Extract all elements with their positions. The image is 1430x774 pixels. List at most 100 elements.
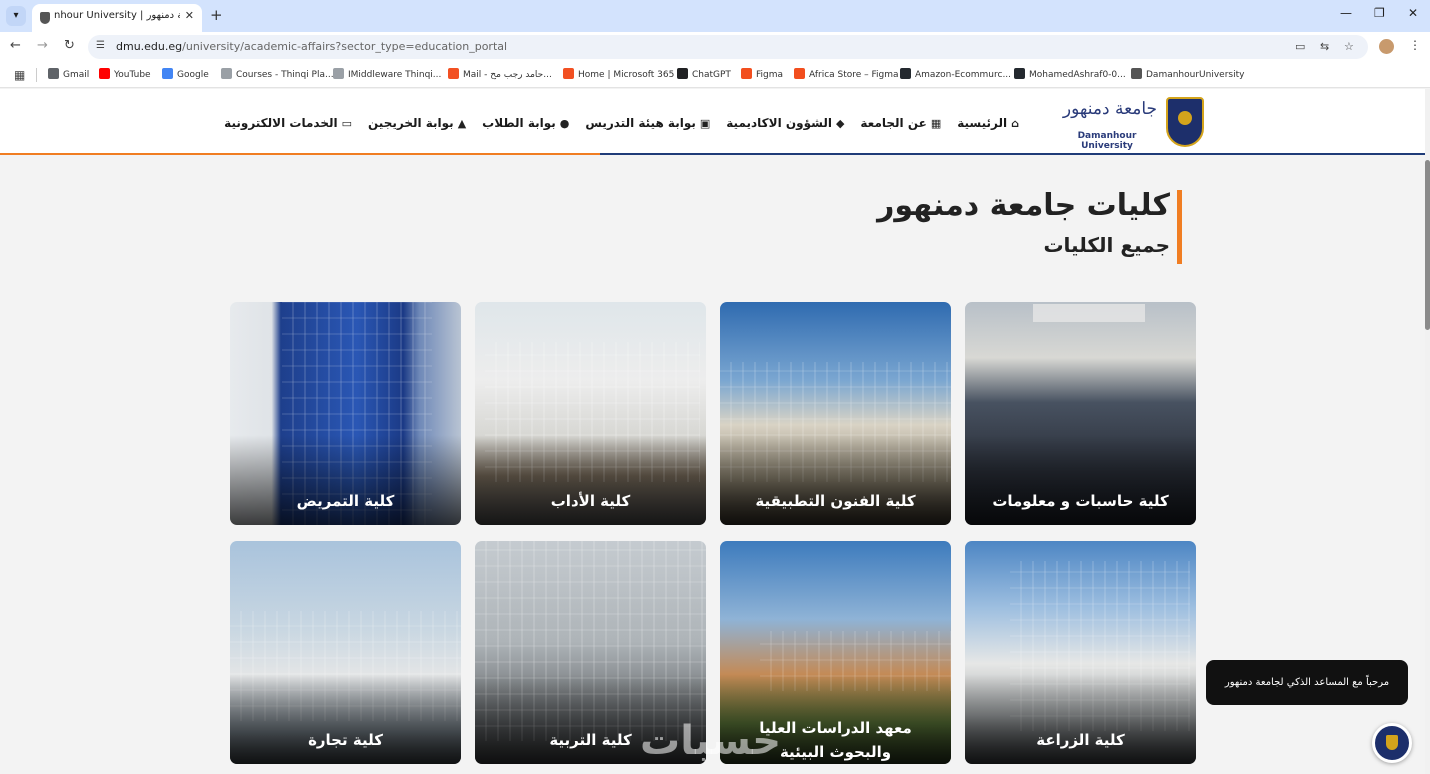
minimize-icon[interactable]: — (1340, 6, 1352, 20)
nav-item[interactable]: ▲ بوابة الخريجين (360, 116, 474, 130)
url-path: /university/academic-affairs?sector_type… (182, 40, 508, 53)
site-header: جامعة دمنهور Damanhour University ⌂ الرئي… (0, 89, 1425, 155)
restore-icon[interactable]: ❐ (1374, 6, 1385, 20)
bookmark-item[interactable]: Google (162, 68, 209, 82)
faculty-name: كلية حاسبات و معلومات (992, 492, 1169, 510)
bookmark-label: YouTube (114, 70, 151, 80)
site-favicon-icon (40, 12, 50, 24)
nav-item[interactable]: ⌂ الرئيسية (949, 116, 1027, 130)
bookmark-favicon-icon (221, 68, 232, 79)
nav-item[interactable]: ▦ عن الجامعة (852, 116, 949, 130)
bookmark-label: Figma (756, 70, 784, 80)
heading-accent-bar (1177, 190, 1182, 264)
nav-item-label: بوابة هيئة التدريس (585, 116, 696, 130)
monitor-icon: ▭ (341, 116, 352, 130)
bookmark-item[interactable]: Gmail (48, 68, 89, 82)
bookmark-item[interactable]: DamanhourUniversity (1131, 68, 1244, 82)
bookmark-item[interactable]: MohamedAshraf0-0... (1014, 68, 1126, 82)
browser-toolbar: ← → ↻ ☰ dmu.edu.eg/university/academic-a… (0, 32, 1430, 62)
bookmark-favicon-icon (1131, 68, 1142, 79)
new-tab-icon[interactable]: + (210, 6, 223, 24)
bookmark-item[interactable]: ChatGPT (677, 68, 731, 82)
bookmark-label: MohamedAshraf0-0... (1029, 70, 1126, 80)
tab-close-icon[interactable]: ✕ (185, 9, 194, 22)
main-navigation: ⌂ الرئيسية ▦ عن الجامعة ◆ الشؤون الاكاديمية ▣ ب… (224, 113, 1027, 133)
bookmark-item[interactable]: Mail - حامد رجب مح... (448, 68, 552, 82)
faculty-name: كلية التمريض (296, 492, 395, 510)
students-icon: ● (559, 116, 570, 130)
home-icon: ⌂ (1011, 116, 1019, 130)
bookmark-label: Mail - حامد رجب مح... (463, 70, 552, 80)
logo-english-text[interactable]: Damanhour University (1057, 131, 1157, 151)
bookmark-favicon-icon (99, 68, 110, 79)
nav-item-label: بوابة الخريجين (368, 116, 454, 130)
forward-icon[interactable]: → (37, 38, 48, 53)
logo-arabic-text[interactable]: جامعة دمنهور (1060, 99, 1160, 119)
bookmark-favicon-icon (48, 68, 59, 79)
site-info-icon[interactable]: ☰ (96, 40, 105, 51)
address-bar[interactable]: ☰ dmu.edu.eg/university/academic-affairs… (88, 35, 1368, 59)
bookmark-label: Amazon-Ecommurc... (915, 70, 1012, 80)
chat-launcher-button[interactable] (1372, 723, 1412, 763)
faculty-name: كلية تجارة (308, 731, 383, 749)
url-text[interactable]: dmu.edu.eg/university/academic-affairs?s… (116, 40, 507, 53)
bookmark-favicon-icon (794, 68, 805, 79)
university-icon: ▦ (930, 116, 942, 130)
nav-item[interactable]: ▣ بوابة هيئة التدريس (577, 116, 718, 130)
faculty-name: كلية الفنون التطبيقية (755, 492, 916, 510)
faculty-card-computers[interactable]: كلية حاسبات و معلومات (965, 302, 1196, 525)
faculty-card-nursing[interactable]: كلية التمريض (230, 302, 461, 525)
faculty-card-applied-arts[interactable]: كلية الفنون التطبيقية (720, 302, 951, 525)
bookmarks-bar: ▦ Gmail YouTube Google Courses - Thinqi Pla… (0, 62, 1430, 88)
bookmark-label: Africa Store – Figma (809, 70, 899, 80)
bookmark-favicon-icon (677, 68, 688, 79)
back-icon[interactable]: ← (10, 38, 21, 53)
page-scrollbar-thumb[interactable] (1425, 160, 1430, 330)
browser-tabstrip: ▾ nhour University | جامعة دمنهور ✕ + — … (0, 0, 1430, 32)
install-app-icon[interactable]: ▭ (1295, 40, 1305, 53)
bookmark-item[interactable]: Figma (741, 68, 783, 82)
bookmarks-divider (36, 68, 37, 82)
page-subtitle: جميع الكليات (1043, 233, 1170, 257)
bookmark-item[interactable]: YouTube (99, 68, 151, 82)
faculty-card-agriculture[interactable]: كلية الزراعة (965, 541, 1196, 764)
apps-grid-icon[interactable]: ▦ (14, 68, 25, 82)
faculty-card-commerce[interactable]: كلية تجارة (230, 541, 461, 764)
bookmark-label: Home | Microsoft 365 (578, 70, 675, 80)
bookmark-star-icon[interactable]: ☆ (1344, 40, 1354, 53)
bookmark-item[interactable]: Home | Microsoft 365 (563, 68, 674, 82)
bookmark-label: Courses - Thinqi Pla... (236, 70, 334, 80)
nav-item[interactable]: ● بوابة الطلاب (474, 116, 577, 130)
bookmark-label: Google (177, 70, 209, 80)
nav-item-label: عن الجامعة (860, 116, 927, 130)
faculty-name: كلية الزراعة (1036, 731, 1125, 749)
translate-icon[interactable]: ⇆ (1320, 40, 1329, 53)
bookmark-favicon-icon (741, 68, 752, 79)
browser-menu-icon[interactable]: ⋮ (1409, 38, 1421, 52)
window-close-icon[interactable]: ✕ (1408, 6, 1418, 20)
bookmark-favicon-icon (448, 68, 459, 79)
teacher-icon: ▣ (699, 116, 711, 130)
bookmark-item[interactable]: Courses - Thinqi Pla... (221, 68, 334, 82)
faculty-name: كلية الأداب (550, 492, 631, 510)
profile-avatar[interactable] (1379, 39, 1394, 54)
bookmark-label: DamanhourUniversity (1146, 70, 1245, 80)
bookmark-favicon-icon (900, 68, 911, 79)
nav-item[interactable]: ◆ الشؤون الاكاديمية (718, 116, 852, 130)
faculty-card-arts[interactable]: كلية الأداب (475, 302, 706, 525)
nav-item[interactable]: ▭ الخدمات الالكترونية (216, 116, 360, 130)
bookmark-item[interactable]: IMiddleware Thinqi... (333, 68, 441, 82)
bookmark-item[interactable]: Africa Store – Figma (794, 68, 899, 82)
bookmark-favicon-icon (162, 68, 173, 79)
url-host: dmu.edu.eg (116, 40, 183, 53)
browser-tab-active[interactable]: nhour University | جامعة دمنهور ✕ (32, 4, 202, 32)
page-title: كليات جامعة دمنهور (877, 188, 1170, 223)
reload-icon[interactable]: ↻ (64, 38, 75, 53)
chat-welcome-bubble[interactable]: مرحباً مع المساعد الذكي لجامعة دمنهور (1206, 660, 1408, 705)
bookmark-item[interactable]: Amazon-Ecommurc... (900, 68, 1011, 82)
university-emblem-icon[interactable] (1166, 97, 1204, 147)
bookmark-label: ChatGPT (692, 70, 731, 80)
tab-search-icon[interactable]: ▾ (6, 6, 26, 26)
bookmark-label: IMiddleware Thinqi... (348, 70, 442, 80)
bookmark-label: Gmail (63, 70, 90, 80)
